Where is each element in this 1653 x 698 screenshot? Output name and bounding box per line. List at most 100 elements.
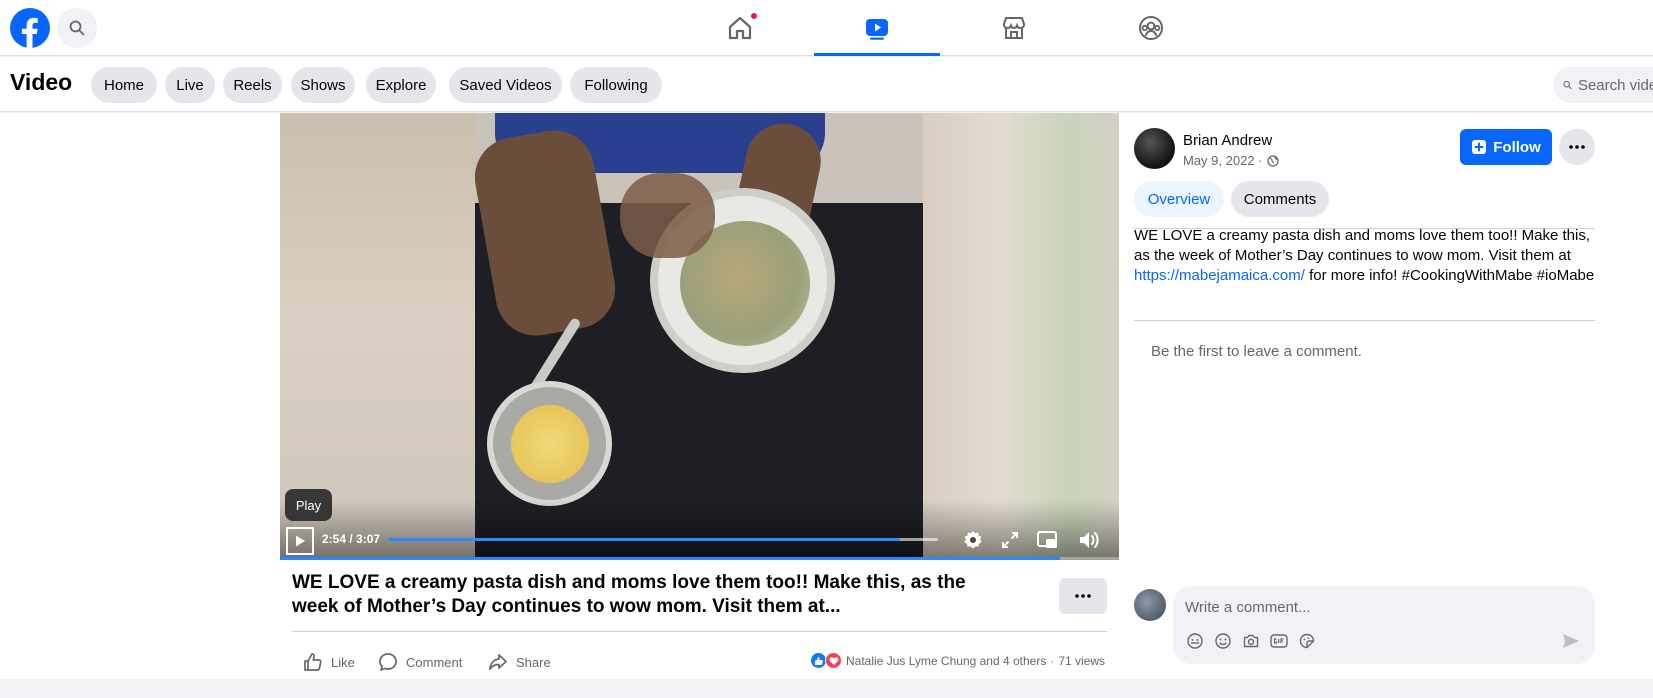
nav-tab-groups[interactable] [1088,0,1214,56]
video-search-field[interactable]: Search videos [1553,67,1653,103]
volume-button[interactable] [1077,528,1101,552]
video-search-placeholder: Search videos [1577,76,1653,94]
seek-bar[interactable] [388,538,938,541]
more-icon [1075,594,1091,598]
reactions-summary[interactable]: Natalie Jus Lyme Chung and 4 others · 71… [810,652,1105,669]
video-blur-right [923,113,1119,560]
play-button[interactable] [286,527,314,555]
video-description: WE LOVE a creamy pasta dish and moms lov… [1134,226,1596,286]
camera-icon [1243,634,1259,648]
top-navigation-bar [0,0,1653,56]
search-icon [1563,80,1572,90]
play-icon [296,535,305,547]
video-sub-navigation: Video Home Live Reels Shows Explore Save… [0,57,1653,112]
like-button[interactable]: Like [303,647,355,677]
video-icon [866,19,888,40]
camera-button[interactable] [1241,631,1261,651]
hashtag-iomabe[interactable]: #ioMabe [1537,267,1595,284]
emoji-button[interactable] [1213,631,1233,651]
author-more-button[interactable] [1559,129,1595,165]
nav-tab-home[interactable] [677,0,803,56]
facebook-logo-icon[interactable] [10,8,50,48]
controls-shade [280,500,1119,560]
like-label: Like [331,654,355,670]
comment-composer[interactable] [1173,586,1595,664]
caption-divider [292,631,1107,632]
share-label: Share [516,654,551,670]
post-date: May 9, 2022 · [1183,153,1279,168]
description-link[interactable]: https://mabejamaica.com/ [1134,267,1305,284]
like-icon [304,653,322,671]
follow-button[interactable]: Follow [1460,129,1552,165]
fullscreen-button[interactable] [998,528,1022,552]
send-icon [1563,634,1579,648]
marketplace-icon [1003,17,1025,39]
comment-button[interactable]: Comment [378,647,462,677]
comment-label: Comment [406,654,463,670]
nav-tab-marketplace[interactable] [951,0,1077,56]
video-time: 2:54 / 3:07 [322,532,381,546]
comment-icon [379,653,397,671]
avatar-sticker-button[interactable] [1185,631,1205,651]
emoji-icon [1215,633,1231,649]
pill-reels[interactable]: Reels [223,67,282,103]
notification-dot [750,12,758,20]
pill-shows[interactable]: Shows [291,67,355,103]
video-frame [475,113,923,560]
volume-icon [1080,532,1099,548]
description-text-2: for more info! [1304,267,1402,284]
search-icon [69,20,85,36]
views-count: 71 views [1058,653,1106,668]
sticker-button[interactable] [1297,631,1317,651]
more-icon [1569,145,1585,149]
reactions-separator: · [1050,653,1055,668]
post-date-text: May 9, 2022 · [1183,153,1263,168]
video-player[interactable]: Play 2:54 / 3:07 [280,113,1119,560]
reactions-text: Natalie Jus Lyme Chung and 4 others [846,653,1047,668]
nav-tab-video[interactable] [814,0,940,56]
sticker-icon [1299,633,1315,649]
settings-button[interactable] [961,528,985,552]
search-button[interactable] [57,8,97,48]
empty-comments-text: Be the first to leave a comment. [1151,343,1362,360]
fullscreen-icon [1002,532,1018,548]
gif-button[interactable] [1269,631,1289,651]
pill-saved-videos[interactable]: Saved Videos [449,67,562,103]
pip-icon [1037,531,1057,548]
globe-icon [1266,154,1279,167]
send-button[interactable] [1561,631,1581,651]
gif-icon [1270,634,1288,648]
author-avatar[interactable] [1134,128,1175,169]
tab-comments[interactable]: Comments [1231,181,1329,217]
description-divider [1134,320,1595,321]
hashtag-cookingwithmabe[interactable]: #CookingWithMabe [1402,267,1533,284]
video-progress-bar [280,557,1119,560]
current-user-avatar[interactable] [1134,589,1166,621]
page-title: Video [10,69,73,95]
pill-live[interactable]: Live [165,67,215,103]
seek-bar-fill [388,538,900,541]
pip-button[interactable] [1035,528,1059,552]
author-name[interactable]: Brian Andrew [1183,132,1272,149]
pill-following[interactable]: Following [570,67,662,103]
video-pot [487,381,612,506]
follow-label: Follow [1493,138,1541,156]
home-icon [728,16,752,40]
pill-explore[interactable]: Explore [366,67,436,103]
play-tooltip: Play [285,489,332,521]
share-button[interactable]: Share [488,647,551,677]
avatar-sticker-icon [1187,633,1203,649]
video-hand [620,173,715,258]
love-reaction-icon [825,652,842,669]
tab-overview[interactable]: Overview [1134,181,1224,217]
post-more-button[interactable] [1059,578,1107,614]
comment-input[interactable] [1185,596,1565,618]
follow-icon [1472,140,1487,154]
share-icon [489,654,507,670]
pill-home[interactable]: Home [91,67,157,103]
video-caption: WE LOVE a creamy pasta dish and moms lov… [292,572,966,617]
groups-icon [1139,16,1163,40]
description-text: WE LOVE a creamy pasta dish and moms lov… [1134,227,1591,264]
settings-icon [964,531,982,549]
video-pot-food [511,405,589,483]
